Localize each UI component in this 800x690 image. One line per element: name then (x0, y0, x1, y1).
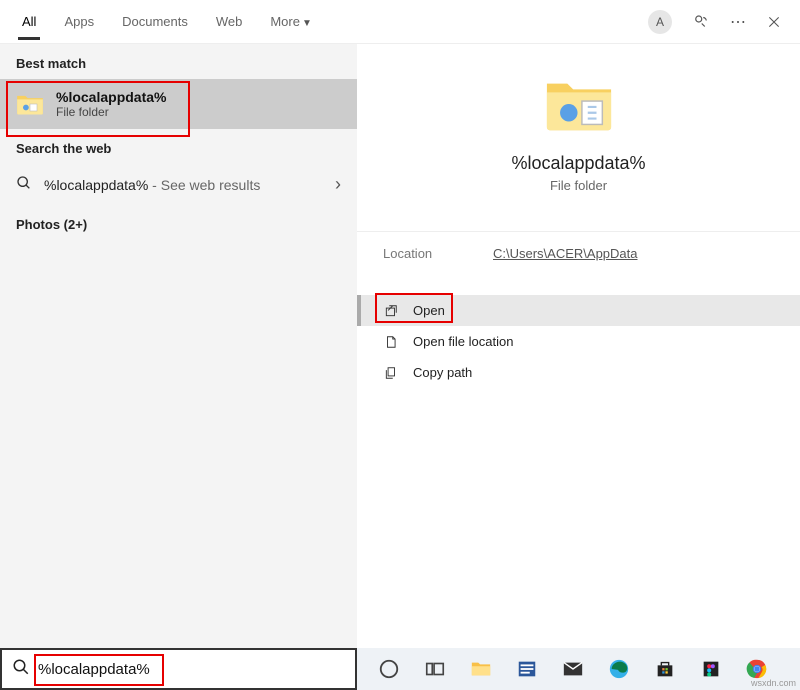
preview-title: %localappdata% (511, 153, 645, 174)
search-icon (16, 175, 32, 195)
avatar[interactable]: A (648, 10, 672, 34)
action-copy-path-label: Copy path (413, 365, 472, 380)
titlebar: All Apps Documents Web More▼ A ⋯ (0, 0, 800, 44)
chevron-down-icon: ▼ (302, 18, 312, 29)
watermark: wsxdn.com (751, 678, 796, 688)
best-match-label: Best match (0, 44, 357, 79)
web-result-suffix: - See web results (148, 177, 260, 193)
task-view-icon[interactable] (423, 657, 447, 681)
preview-subtitle: File folder (550, 178, 607, 193)
figma-icon[interactable] (699, 657, 723, 681)
action-open-location-label: Open file location (413, 334, 513, 349)
results-panel: Best match %localappdata% File folder Se… (0, 44, 357, 690)
search-input[interactable] (38, 661, 345, 678)
actions-list: Open Open file location Copy path (357, 295, 800, 388)
action-copy-path[interactable]: Copy path (357, 357, 800, 388)
preview-panel: %localappdata% File folder Location C:\U… (357, 44, 800, 690)
location-label: Location (383, 246, 493, 261)
search-bar[interactable] (0, 648, 357, 690)
location-value[interactable]: C:\Users\ACER\AppData (493, 246, 638, 261)
tab-documents[interactable]: Documents (108, 4, 202, 39)
tab-more-label: More (270, 14, 300, 29)
folder-icon (16, 90, 44, 118)
photos-label: Photos (2+) (0, 205, 357, 240)
best-match-item[interactable]: %localappdata% File folder (0, 79, 357, 129)
chevron-right-icon: › (335, 174, 341, 195)
location-row: Location C:\Users\ACER\AppData (357, 231, 800, 275)
folder-icon (544, 74, 614, 139)
file-explorer-icon[interactable] (469, 657, 493, 681)
best-match-subtitle: File folder (56, 105, 166, 119)
action-open[interactable]: Open (357, 295, 800, 326)
web-result-text: %localappdata% - See web results (44, 177, 260, 193)
action-open-label: Open (413, 303, 445, 318)
copy-icon (383, 366, 399, 380)
best-match-title: %localappdata% (56, 89, 166, 105)
feedback-icon[interactable] (692, 13, 710, 31)
taskbar-row (0, 648, 800, 690)
tab-web[interactable]: Web (202, 4, 257, 39)
store-icon[interactable] (653, 657, 677, 681)
filter-tabs: All Apps Documents Web More▼ (8, 4, 326, 39)
more-icon[interactable]: ⋯ (730, 12, 746, 32)
close-icon[interactable] (766, 14, 782, 30)
web-result-item[interactable]: %localappdata% - See web results › (0, 164, 357, 205)
open-icon (383, 304, 399, 318)
taskbar (357, 648, 800, 690)
cortana-icon[interactable] (377, 657, 401, 681)
tab-all[interactable]: All (8, 4, 50, 39)
web-result-term: %localappdata% (44, 177, 148, 193)
tab-apps[interactable]: Apps (50, 4, 108, 39)
edge-icon[interactable] (607, 657, 631, 681)
tab-more[interactable]: More▼ (256, 4, 326, 39)
search-icon (12, 658, 30, 681)
search-web-label: Search the web (0, 129, 357, 164)
mail-icon[interactable] (561, 657, 585, 681)
file-location-icon (383, 335, 399, 349)
word-icon[interactable] (515, 657, 539, 681)
action-open-location[interactable]: Open file location (357, 326, 800, 357)
